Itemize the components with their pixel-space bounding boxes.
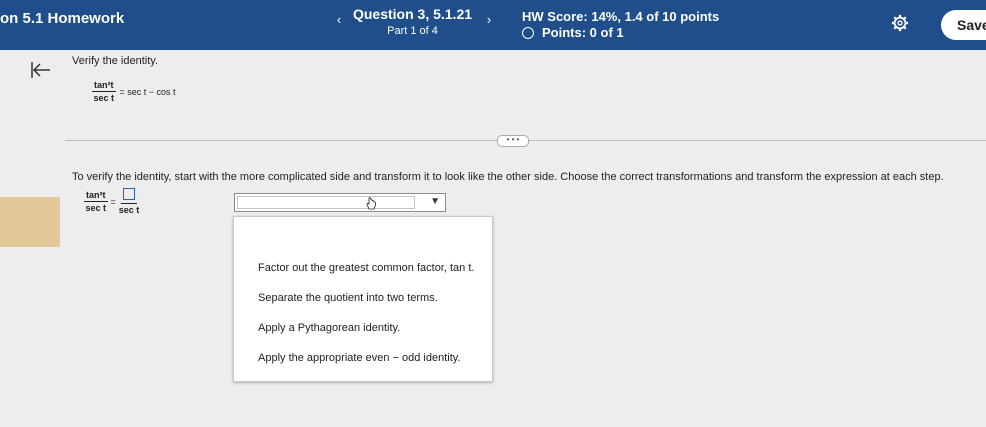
back-arrow-icon[interactable] [30,60,52,80]
gear-icon[interactable] [891,14,909,32]
option-factor-gcf[interactable]: Factor out the greatest common factor, t… [258,262,474,274]
hw-score: HW Score: 14%, 1.4 of 10 points [522,9,720,24]
hand-cursor-icon [366,197,376,210]
option-pythagorean[interactable]: Apply a Pythagorean identity. [258,322,400,334]
work-equals: = [110,196,116,207]
answer-box[interactable] [123,188,136,200]
homework-title: on 5.1 Homework [0,10,125,27]
top-bar: on 5.1 Homework ‹ Question 3, 5.1.21 Par… [0,0,986,50]
dropdown-menu: Factor out the greatest common factor, t… [233,216,493,382]
question-part: Part 1 of 4 [387,25,438,37]
work-equation: tan²t sec t = sec t [84,188,139,215]
dropdown-value-area [237,196,415,209]
points-status: Points: 0 of 1 [522,25,624,40]
option-even-odd[interactable]: Apply the appropriate even − odd identit… [258,352,461,364]
question-title: Question 3, 5.1.21 [352,6,473,22]
work-lhs-fraction: tan²t sec t [84,190,108,213]
dropdown-caret-icon[interactable]: ▼ [430,196,440,207]
identity-denominator: sec t [93,93,114,103]
points-circle-icon [522,26,534,39]
work-lhs-denominator: sec t [85,203,106,213]
work-rhs-fraction: sec t [118,188,140,215]
task-text: To verify the identity, start with the m… [72,171,944,183]
next-question-button[interactable]: › [480,10,498,30]
identity-numerator: tan²t [92,80,116,92]
identity-rhs: = sec t − cos t [119,86,176,97]
instruction-text: Verify the identity. [72,55,159,67]
identity-equation: tan²t sec t = sec t − cos t [92,80,176,103]
previous-question-button[interactable]: ‹ [330,10,348,30]
work-rhs-denominator: sec t [118,205,140,215]
progress-strip [0,197,60,247]
option-separate-quotient[interactable]: Separate the quotient into two terms. [258,292,438,304]
points-text: Points: 0 of 1 [542,25,624,40]
work-lhs-numerator: tan²t [84,190,108,202]
transformation-dropdown[interactable]: ▼ [234,193,446,212]
more-options-button[interactable]: • • • [497,135,529,147]
save-button[interactable]: Save [941,10,986,40]
work-rhs-numerator [121,188,138,204]
identity-fraction: tan²t sec t [92,80,116,103]
